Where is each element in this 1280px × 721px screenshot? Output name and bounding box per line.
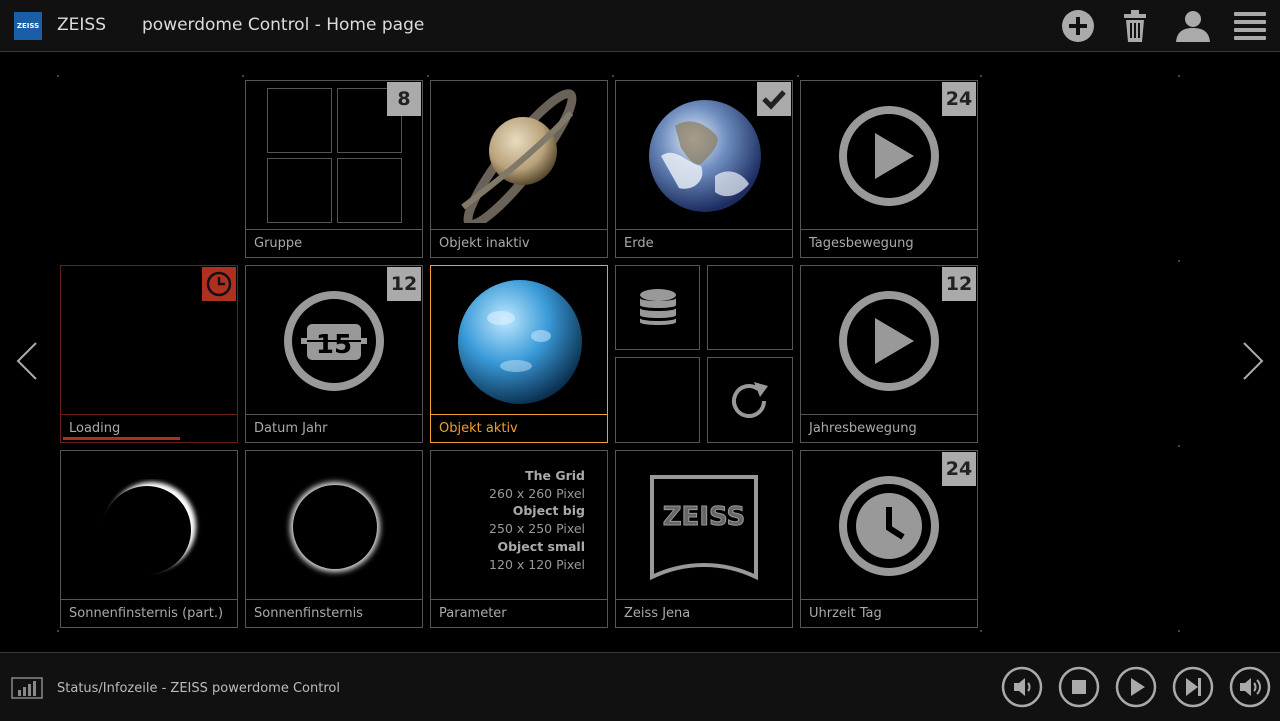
total-eclipse-image [290, 482, 380, 572]
stop-icon[interactable] [1058, 666, 1100, 708]
loading-badge [202, 267, 236, 301]
count-badge: 24 [942, 452, 976, 486]
param-line: Object big [512, 503, 585, 519]
saturn-image [461, 89, 577, 223]
tile-objekt-aktiv[interactable]: Objekt aktiv [430, 265, 608, 443]
add-icon[interactable] [1060, 8, 1096, 44]
tile-sonnenfinsternis-part[interactable]: Sonnenfinsternis (part.) [60, 450, 238, 628]
tile-erde[interactable]: Erde [615, 80, 793, 258]
volume-up-icon[interactable] [1229, 666, 1271, 708]
calendar-day-number: 15 [316, 330, 352, 360]
tile-sonnenfinsternis[interactable]: Sonnenfinsternis [245, 450, 423, 628]
tile-label: Gruppe [246, 229, 422, 257]
tile-label: Objekt inaktiv [431, 229, 607, 257]
param-line: Object small [497, 538, 585, 554]
tile-uhrzeit-tag[interactable]: 24 Uhrzeit Tag [800, 450, 978, 628]
tile-refresh[interactable] [707, 357, 793, 443]
count-badge: 12 [387, 267, 421, 301]
tile-label: Sonnenfinsternis [246, 599, 422, 627]
tile-datum-jahr[interactable]: 15 12 Datum Jahr [245, 265, 423, 443]
tile-objekt-inaktiv[interactable]: Objekt inaktiv [430, 80, 608, 258]
calendar-date-icon: 15 [284, 291, 384, 391]
volume-down-icon[interactable] [1001, 666, 1043, 708]
check-badge [757, 82, 791, 116]
tile-label: Parameter [431, 599, 607, 627]
tile-label: Datum Jahr [246, 414, 422, 442]
tile-parameter[interactable]: The Grid 260 x 260 Pixel Object big 250 … [430, 450, 608, 628]
tile-tagesbewegung[interactable]: 24 Tagesbewegung [800, 80, 978, 258]
blue-planet-image [458, 280, 582, 404]
tile-label: Objekt aktiv [431, 414, 607, 442]
status-line: Status/Infozeile - ZEISS powerdome Contr… [57, 681, 340, 696]
param-line: The Grid [525, 468, 585, 483]
zeiss-jena-logo: ZEISS [650, 475, 758, 581]
chevron-left-icon[interactable] [14, 340, 40, 382]
count-badge: 8 [387, 82, 421, 116]
loading-progress-bar [63, 437, 180, 440]
tile-label: Erde [616, 229, 792, 257]
database-icon [640, 289, 676, 325]
parameter-info: The Grid 260 x 260 Pixel Object big 250 … [489, 467, 585, 573]
tile-zeiss-jena[interactable]: ZEISS Zeiss Jena [615, 450, 793, 628]
zeiss-logo: ZEISS [14, 12, 42, 40]
partial-eclipse-image [103, 482, 196, 574]
tile-loading[interactable]: Loading [60, 265, 238, 443]
play-circle-icon [839, 106, 939, 206]
skip-next-icon[interactable] [1172, 666, 1214, 708]
param-line: 260 x 260 Pixel [489, 485, 585, 501]
tile-empty-small[interactable] [707, 265, 793, 350]
tile-empty-small[interactable] [615, 357, 700, 443]
zeiss-logo-text: ZEISS [663, 502, 746, 532]
monitor-chart-icon [11, 677, 43, 699]
top-bar: ZEISS ZEISS powerdome Control - Home pag… [0, 0, 1280, 52]
check-icon [762, 90, 786, 110]
tile-label: Sonnenfinsternis (part.) [61, 599, 237, 627]
user-icon[interactable] [1175, 8, 1211, 44]
clock-circle-icon [839, 476, 939, 576]
play-circle-icon [839, 291, 939, 391]
tile-jahresbewegung[interactable]: 12 Jahresbewegung [800, 265, 978, 443]
trash-icon[interactable] [1117, 8, 1153, 44]
param-line: 250 x 250 Pixel [489, 521, 585, 537]
tile-label: Jahresbewegung [801, 414, 977, 442]
page-title: powerdome Control - Home page [142, 15, 425, 35]
clock-icon [206, 271, 232, 297]
menu-icon[interactable] [1232, 8, 1268, 44]
brand-name: ZEISS [57, 15, 106, 35]
chevron-right-icon[interactable] [1240, 340, 1266, 382]
count-badge: 24 [942, 82, 976, 116]
tile-label: Tagesbewegung [801, 229, 977, 257]
tile-database[interactable] [615, 265, 700, 350]
earth-image [649, 100, 761, 212]
refresh-icon [732, 382, 768, 418]
tile-gruppe[interactable]: 8 Gruppe [245, 80, 423, 258]
tile-label: Zeiss Jena [616, 599, 792, 627]
param-line: 120 x 120 Pixel [489, 556, 585, 572]
play-icon[interactable] [1115, 666, 1157, 708]
count-badge: 12 [942, 267, 976, 301]
tile-label: Uhrzeit Tag [801, 599, 977, 627]
